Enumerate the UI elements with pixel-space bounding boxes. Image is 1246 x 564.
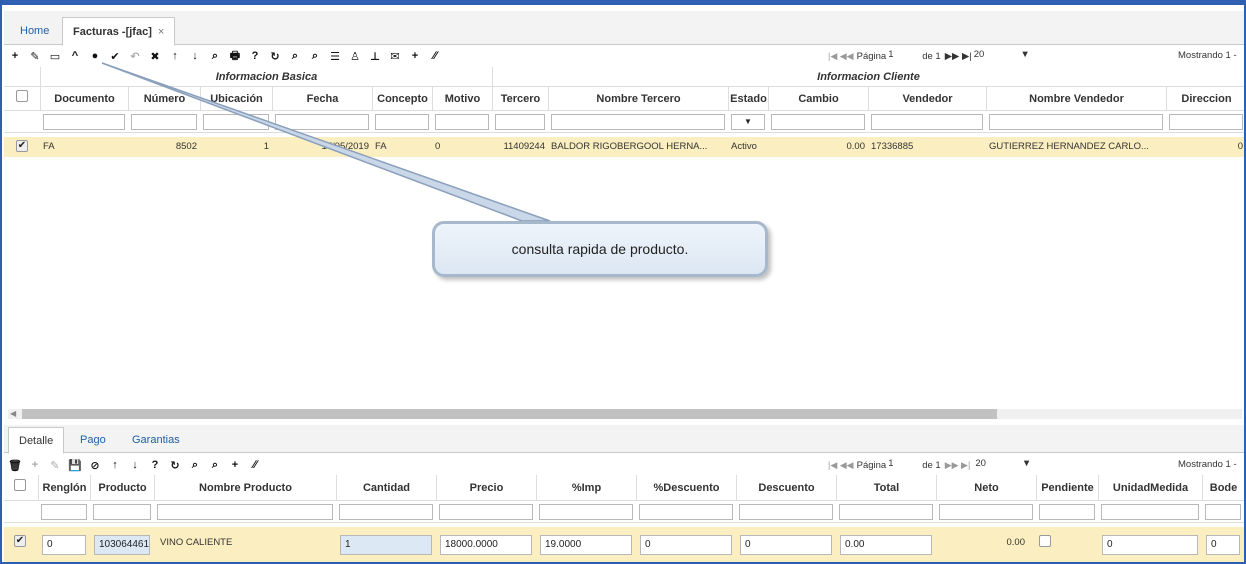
- app-window: Home Facturas -[jfac] × + ✎ ▭ ^ ● ✔ ↶ ✖ ↑ ↓ ⌕ 🖶? ↻ ⌕ ⌕…: [0, 0, 1246, 564]
- callout-pointer: [101, 62, 551, 222]
- tooltip-callout: consulta rapida de producto.: [432, 221, 768, 277]
- callout-text: consulta rapida de producto.: [511, 241, 689, 257]
